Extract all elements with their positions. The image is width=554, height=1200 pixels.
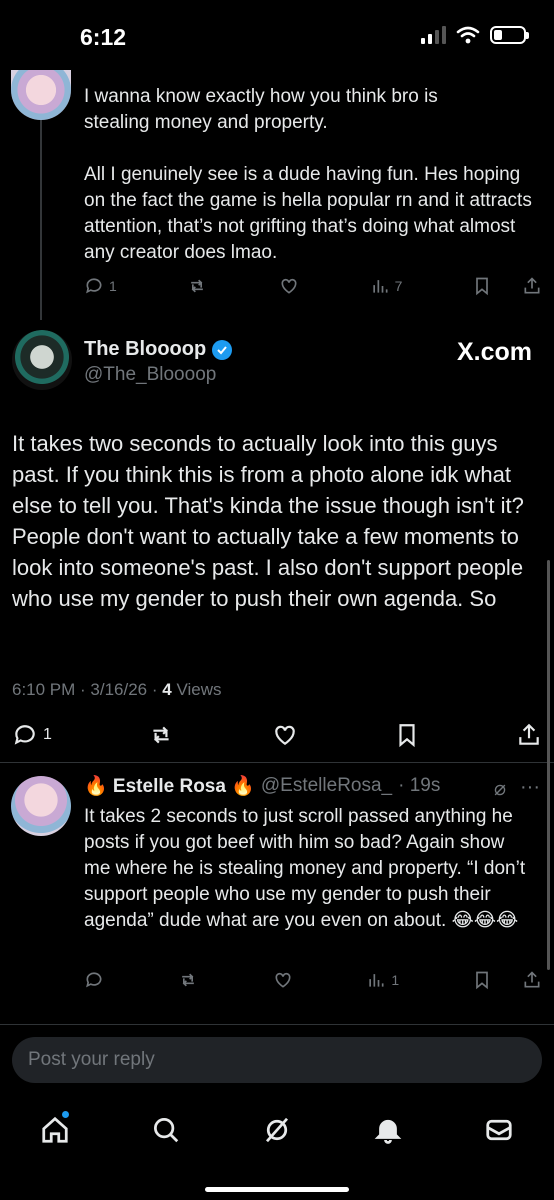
battery-icon [490,26,529,44]
views-icon [369,974,384,987]
repost-button[interactable] [186,276,208,296]
reply-button[interactable]: 1 [12,722,52,748]
avatar[interactable] [11,70,71,120]
grok-icon[interactable]: ⌀ [494,776,506,801]
bookmark-icon [399,724,416,748]
author-display-name[interactable]: The Bloooop [84,338,206,361]
repost-icon [191,279,204,293]
views-button[interactable]: 7 [370,276,402,296]
like-button[interactable] [278,276,300,296]
main-post-actions: 1 [12,722,542,748]
reply-button[interactable]: 1 [84,276,117,296]
bookmark-button[interactable] [472,970,492,990]
search-icon [154,1118,179,1143]
bookmark-icon [476,277,488,296]
reply-input[interactable] [12,1037,542,1083]
views-button[interactable]: 1 [366,970,399,990]
reply-author-name[interactable]: 🔥 Estelle Rosa 🔥 [84,774,255,798]
heart-icon [281,278,297,294]
heart-icon [275,725,295,745]
reply-icon [86,972,102,988]
prev-post-actions: 1 7 [84,276,542,296]
like-button[interactable] [272,970,294,990]
repost-button[interactable] [147,722,175,748]
heart-icon [275,972,291,988]
repost-button[interactable] [177,970,199,990]
views-label[interactable]: Views [176,680,221,699]
wifi-icon [456,26,480,44]
prev-post-text-1: I wanna know exactly how you think bro i… [84,86,438,133]
verified-badge-icon [212,339,233,360]
reply-header: 🔥 Estelle Rosa 🔥 @EstelleRosa_ · 19s [84,774,440,798]
share-icon [519,723,539,745]
share-icon [524,971,540,988]
home-icon [42,1116,69,1143]
views-icon [372,280,388,293]
divider [0,1024,554,1025]
reply-composer[interactable] [12,1037,542,1083]
status-time: 6:12 [80,24,127,50]
tab-grok[interactable] [249,1105,305,1155]
repost-icon [153,726,170,744]
bookmark-button[interactable] [472,276,492,296]
reply-time: · 19s [398,775,441,796]
reply-actions: 1 [84,970,542,990]
avatar[interactable] [12,330,72,390]
bookmark-icon [476,971,488,990]
post-text: It takes two seconds to actually look in… [12,431,524,611]
home-indicator [205,1187,349,1192]
post-timestamp: 6:10 PM · 3/16/26 · [12,680,163,699]
status-bar: 6:12 [0,0,554,70]
like-button[interactable] [271,722,299,748]
x-logo: X.com [456,338,532,366]
thread-connector [40,120,42,320]
tab-search[interactable] [138,1105,194,1155]
share-icon [524,277,540,294]
more-icon[interactable]: ··· [520,776,540,801]
repost-icon [181,973,194,987]
prev-post-text-2: All I genuinely see is a dude having fun… [84,164,532,263]
mail-icon [485,1119,512,1141]
reply-text: It takes 2 seconds to just scroll passed… [84,806,526,931]
share-button[interactable] [522,970,542,990]
tab-home[interactable] [27,1105,83,1155]
scrollbar[interactable] [547,560,550,970]
bookmark-button[interactable] [394,722,420,748]
share-button[interactable] [522,276,542,296]
reply-icon [14,725,35,745]
signal-icon [421,26,446,44]
avatar[interactable] [11,776,71,836]
tab-notifications[interactable] [360,1105,416,1155]
grok-icon [265,1117,289,1143]
reply-icon [86,278,102,294]
share-button[interactable] [516,722,542,748]
reply-author-handle[interactable]: @EstelleRosa_ [261,775,392,797]
views-count: 4 [162,680,172,699]
post-meta: 6:10 PM · 3/16/26 · 4 Views [12,680,222,700]
bell-icon [374,1119,402,1144]
tab-messages[interactable] [471,1105,527,1155]
reply-button[interactable] [84,970,104,990]
author-handle[interactable]: @The_Bloooop [84,364,216,386]
bottom-nav [0,1100,554,1160]
divider [0,762,554,763]
